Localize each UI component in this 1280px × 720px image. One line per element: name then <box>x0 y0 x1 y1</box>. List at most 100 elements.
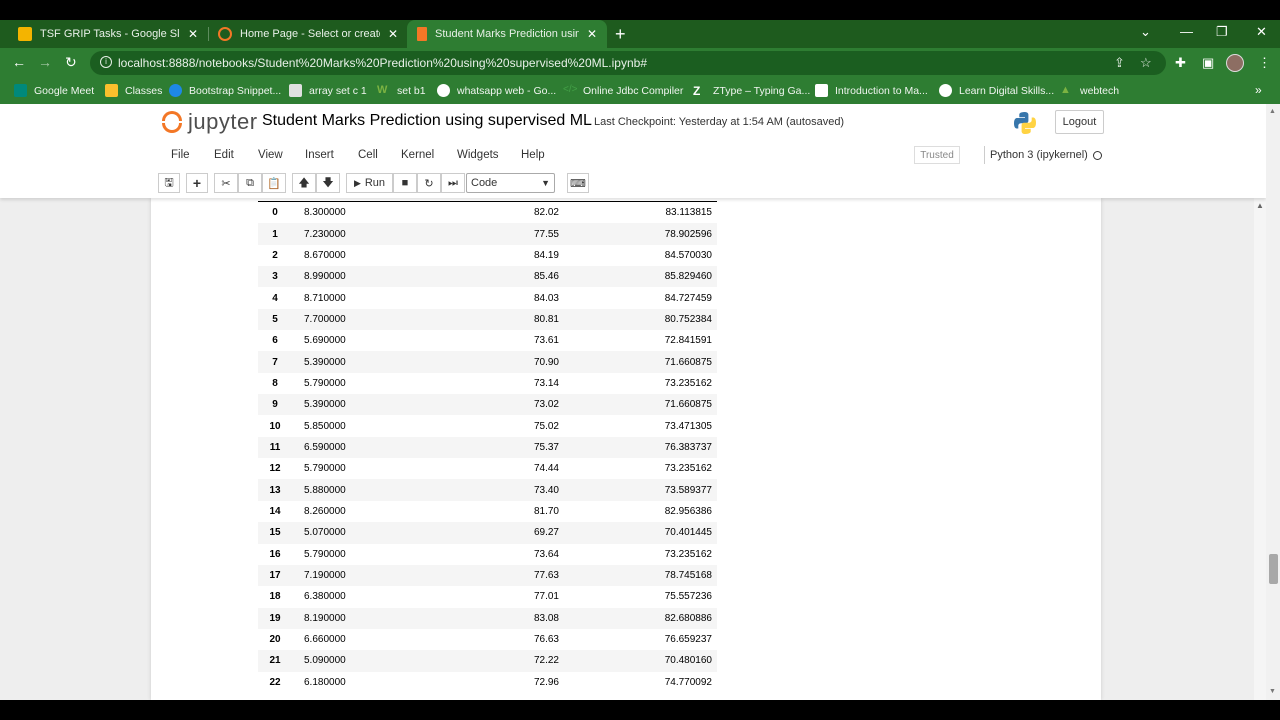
profile-avatar[interactable] <box>1226 54 1244 72</box>
cell-value: 5.070000 <box>304 527 346 539</box>
paste-icon[interactable]: 📋 <box>262 173 286 193</box>
row-index: 1 <box>272 228 278 240</box>
menu-edit[interactable]: Edit <box>214 149 234 161</box>
reload-icon[interactable]: ↻ <box>65 54 77 71</box>
cell-value: 76.63 <box>533 634 559 646</box>
table-row: 6 5.690000 73.61 72.841591 <box>258 330 717 351</box>
save-icon[interactable]: 🖫 <box>158 173 180 193</box>
bookmark-set-b1[interactable]: Wset b1 <box>377 84 426 97</box>
back-icon[interactable]: ← <box>12 54 26 70</box>
notebook-container: 0 8.300000 82.02 83.113815 1 7.230000 77.55 78.… <box>151 198 1101 700</box>
restart-run-all-icon[interactable]: ⏭ <box>441 173 465 193</box>
cut-icon[interactable]: ✂ <box>214 173 238 193</box>
bookmark-google-meet[interactable]: Google Meet <box>14 84 94 97</box>
row-index: 15 <box>269 527 281 539</box>
notebook-title[interactable]: Student Marks Prediction using supervise… <box>262 112 592 130</box>
table-row: 22 6.180000 72.96 74.770092 <box>258 672 717 693</box>
menu-kernel[interactable]: Kernel <box>401 149 434 161</box>
interrupt-icon[interactable]: ■ <box>393 173 417 193</box>
minimize-icon[interactable]: — <box>1180 24 1193 39</box>
bookmark-digital-skills[interactable]: Learn Digital Skills... <box>939 84 1054 97</box>
scroll-down-icon[interactable]: ▼ <box>1269 688 1276 695</box>
table-row: 11 6.590000 75.37 76.383737 <box>258 436 717 459</box>
bookmark-label: Online Jdbc Compiler <box>583 84 684 97</box>
menu-widgets[interactable]: Widgets <box>457 149 499 161</box>
side-panel-icon[interactable]: ▣ <box>1202 55 1214 71</box>
tab-title: Home Page - Select or create a n <box>240 28 380 40</box>
command-palette-icon[interactable]: ⌨ <box>567 173 589 193</box>
close-icon[interactable]: ✕ <box>587 27 597 41</box>
extensions-icon[interactable]: ✚ <box>1175 55 1186 71</box>
tab-strip: TSF GRIP Tasks - Google Slides ✕ Home Pa… <box>0 20 1280 48</box>
bookmark-whatsapp[interactable]: whatsapp web - Go... <box>437 84 556 97</box>
cell-value: 5.690000 <box>304 335 346 347</box>
cell-value: 84.03 <box>533 292 559 304</box>
more-bookmarks-icon[interactable]: » <box>1255 83 1262 97</box>
restart-icon[interactable]: ↻ <box>417 173 441 193</box>
row-index: 2 <box>272 249 278 261</box>
close-icon[interactable]: ✕ <box>388 27 398 41</box>
scrollbar-thumb[interactable] <box>1269 554 1278 584</box>
notebook-scrollbar[interactable]: ▲ <box>1254 198 1266 700</box>
bookmark-classes[interactable]: Classes <box>105 84 162 97</box>
maximize-icon[interactable]: ❐ <box>1216 24 1228 40</box>
trusted-badge[interactable]: Trusted <box>914 146 960 164</box>
cell-value: 6.380000 <box>304 591 346 603</box>
table-row: 1 7.230000 77.55 78.902596 <box>258 223 717 245</box>
row-index: 8 <box>272 377 278 389</box>
menu-view[interactable]: View <box>258 149 283 161</box>
address-bar[interactable]: i localhost:8888/notebooks/Student%20Mar… <box>90 51 1166 75</box>
cell-value: 6.660000 <box>304 634 346 646</box>
close-icon[interactable]: ✕ <box>188 27 198 41</box>
forward-icon[interactable]: → <box>38 54 52 70</box>
url-text: localhost:8888/notebooks/Student%20Marks… <box>118 56 648 70</box>
cell-value: 76.383737 <box>664 441 712 453</box>
bookmark-array-set[interactable]: array set c 1 <box>289 84 367 97</box>
move-down-icon[interactable]: 🡇 <box>316 173 340 193</box>
bookmark-label: Classes <box>125 84 163 97</box>
menu-insert[interactable]: Insert <box>305 149 334 161</box>
tab-title: TSF GRIP Tasks - Google Slides <box>40 28 180 40</box>
cell-value: 75.37 <box>533 441 559 453</box>
table-row: 7 5.390000 70.90 71.660875 <box>258 351 717 373</box>
row-index: 3 <box>272 271 278 283</box>
bookmark-star-icon[interactable]: ☆ <box>1140 55 1152 71</box>
kernel-name[interactable]: Python 3 (ipykernel) <box>984 146 1088 164</box>
logout-button[interactable]: Logout <box>1055 110 1104 134</box>
row-index: 0 <box>272 207 278 219</box>
page-scrollbar[interactable]: ▲ ▼ <box>1266 104 1280 700</box>
tab-jupyter-home[interactable]: Home Page - Select or create a n ✕ <box>208 20 408 48</box>
table-row: 8 5.790000 73.14 73.235162 <box>258 373 717 394</box>
row-index: 19 <box>269 612 281 624</box>
cell-value: 74.44 <box>533 463 559 475</box>
cell-value: 73.589377 <box>664 484 712 496</box>
window-close-icon[interactable]: ✕ <box>1256 24 1267 40</box>
share-icon[interactable]: ⇪ <box>1114 55 1125 71</box>
browser-menu-icon[interactable]: ⋮ <box>1258 55 1271 71</box>
run-button[interactable]: ▶ Run <box>346 173 393 193</box>
row-index: 5 <box>272 313 278 325</box>
scroll-up-icon[interactable]: ▲ <box>1269 108 1276 115</box>
jupyter-logo-text: jupyter <box>188 109 258 134</box>
menu-file[interactable]: File <box>171 149 190 161</box>
tab-google-slides[interactable]: TSF GRIP Tasks - Google Slides ✕ <box>8 20 208 48</box>
new-tab-icon[interactable]: + <box>615 24 626 45</box>
move-up-icon[interactable]: 🡅 <box>292 173 316 193</box>
scroll-up-icon[interactable]: ▲ <box>1256 201 1264 210</box>
copy-icon[interactable]: ⧉ <box>238 173 262 193</box>
insert-cell-icon[interactable]: + <box>186 173 208 193</box>
bookmark-webtech[interactable]: ▲ webtech <box>1060 84 1119 97</box>
jupyter-logo[interactable]: jupyter <box>162 109 258 135</box>
tab-search-icon[interactable]: ⌄ <box>1140 24 1151 40</box>
bookmark-ztype[interactable]: Z ZType – Typing Ga... <box>693 84 810 98</box>
menu-help[interactable]: Help <box>521 149 545 161</box>
run-label: Run <box>364 177 386 189</box>
cell-type-select[interactable]: Code ▼ <box>466 173 555 193</box>
tab-notebook-active[interactable]: Student Marks Prediction using s ✕ <box>407 20 607 48</box>
notebook-area[interactable]: 0 8.300000 82.02 83.113815 1 7.230000 77.55 78.… <box>0 198 1266 700</box>
bookmark-jdbc-compiler[interactable]: </> Online Jdbc Compiler <box>563 84 683 97</box>
menu-cell[interactable]: Cell <box>358 149 378 161</box>
site-info-icon[interactable]: i <box>100 56 112 68</box>
bookmark-introduction[interactable]: Introduction to Ma... <box>815 84 928 97</box>
bookmark-bootstrap[interactable]: Bootstrap Snippet... <box>169 84 281 97</box>
